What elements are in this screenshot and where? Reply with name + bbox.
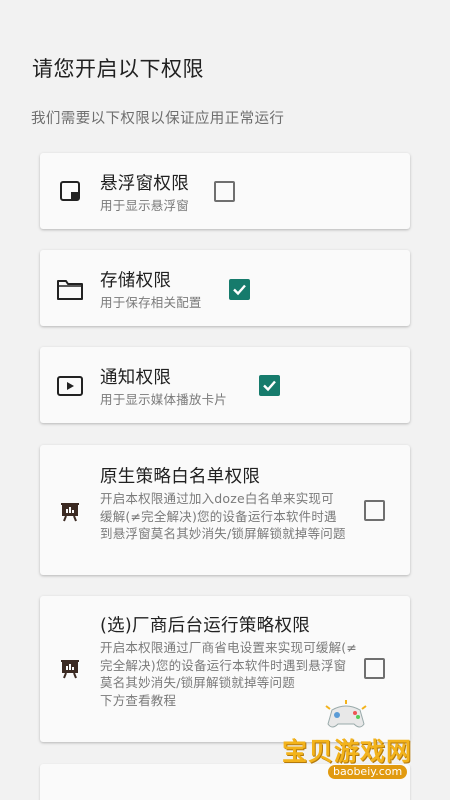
notification-checkbox[interactable]: [259, 375, 280, 396]
vendor-background-checkbox[interactable]: [364, 658, 385, 679]
permission-card-floating-window[interactable]: 悬浮窗权限 用于显示悬浮窗: [40, 153, 410, 229]
permission-desc: 用于显示媒体播放卡片: [100, 392, 228, 407]
permission-title: 通知权限: [100, 368, 172, 388]
permission-title: 悬浮窗权限: [100, 174, 189, 194]
permission-desc: 用于保存相关配置: [100, 295, 202, 310]
page-title: 请您开启以下权限: [32, 57, 204, 81]
folder-icon: [56, 275, 84, 303]
page-subtitle: 我们需要以下权限以保证应用正常运行: [31, 111, 285, 127]
presentation-icon: [56, 497, 84, 525]
gamepad-icon: [324, 700, 368, 734]
watermark-name: 宝贝游戏网: [282, 737, 413, 766]
permission-desc: 开启本权限通过加入doze白名单来实现可缓解(≠完全解决)您的设备运行本软件时遇…: [100, 491, 346, 541]
permission-card-storage[interactable]: 存储权限 用于保存相关配置: [40, 250, 410, 326]
permission-title: 原生策略白名单权限: [100, 467, 261, 487]
permission-card-notification[interactable]: 通知权限 用于显示媒体播放卡片: [40, 347, 410, 423]
floating-window-icon: [56, 177, 84, 205]
floating-window-checkbox[interactable]: [214, 181, 235, 202]
permission-title: (选)厂商后台运行策略权限: [100, 616, 311, 636]
play-icon: [56, 372, 84, 400]
permission-title: 存储权限: [100, 271, 172, 291]
permission-desc: 开启本权限通过厂商省电设置来实现可缓解(≠完全解决)您的设备运行本软件时遇到悬浮…: [100, 640, 358, 708]
storage-checkbox[interactable]: [229, 279, 250, 300]
watermark-url: baobeiy.com: [328, 765, 408, 779]
presentation-icon: [56, 654, 84, 682]
watermark-logo: 宝贝游戏网 baobeiy.com: [272, 700, 442, 782]
doze-whitelist-checkbox[interactable]: [364, 500, 385, 521]
permission-card-doze-whitelist[interactable]: 原生策略白名单权限 开启本权限通过加入doze白名单来实现可缓解(≠完全解决)您…: [40, 445, 410, 575]
permission-desc: 用于显示悬浮窗: [100, 198, 189, 213]
